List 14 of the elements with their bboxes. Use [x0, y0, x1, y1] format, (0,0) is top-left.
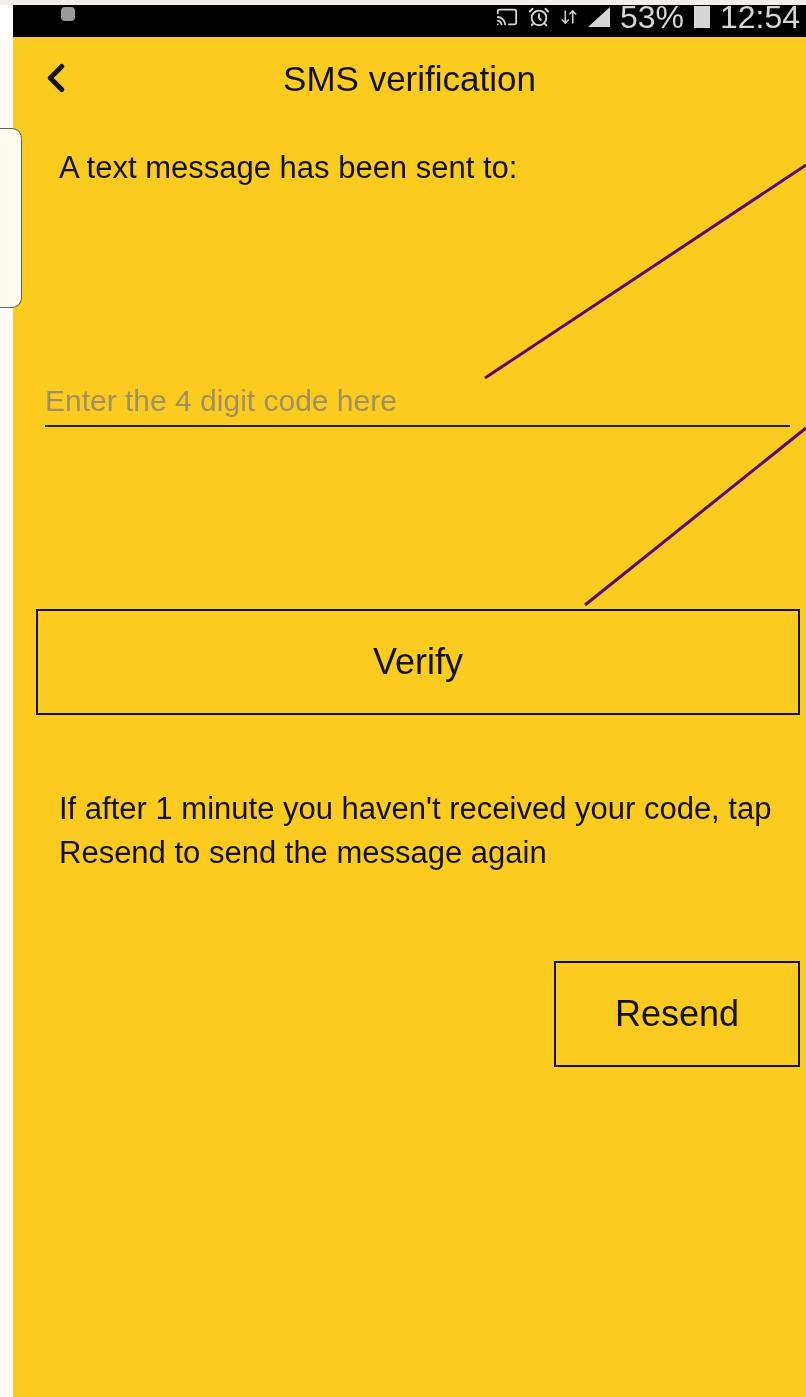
resend-hint: If after 1 minute you haven't received your code, tap Resend to send the message again	[59, 789, 773, 872]
battery-icon	[693, 6, 710, 28]
clock: 12:54	[719, 1, 800, 33]
resend-button[interactable]: Resend	[554, 960, 800, 1067]
battery-percent: 53%	[619, 1, 684, 33]
screen-title: SMS verification	[283, 57, 536, 100]
verify-button[interactable]: Verify	[36, 608, 800, 715]
alarm-icon	[527, 6, 550, 28]
cast-icon	[495, 6, 518, 28]
sent-message: A text message has been sent to:	[59, 149, 519, 187]
notification-icon	[61, 7, 75, 21]
data-arrows-icon	[559, 8, 578, 26]
signal-icon	[587, 7, 610, 27]
code-input-field[interactable]: Enter the 4 digit code here	[45, 376, 790, 427]
